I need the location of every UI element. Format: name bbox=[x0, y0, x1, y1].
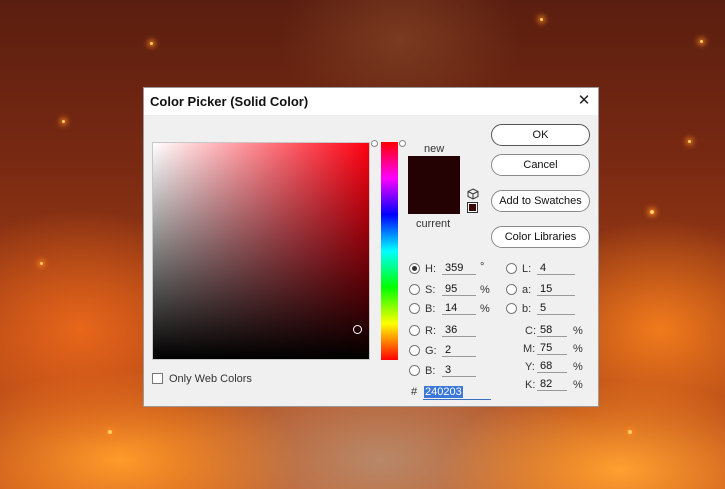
add-to-swatches-button[interactable]: Add to Swatches bbox=[491, 190, 590, 212]
saturation-label: S: bbox=[425, 284, 436, 296]
a-channel-field[interactable]: 15 bbox=[537, 282, 575, 296]
saturation-unit: % bbox=[480, 284, 490, 296]
close-button[interactable]: ✕ bbox=[570, 88, 598, 115]
ember bbox=[62, 120, 65, 123]
blue-radio[interactable] bbox=[409, 365, 420, 376]
magenta-label: M: bbox=[523, 343, 536, 355]
lightness-label: L: bbox=[522, 263, 532, 275]
hue-label: H: bbox=[425, 263, 436, 275]
new-color-swatch bbox=[408, 156, 460, 186]
blue-field[interactable]: 3 bbox=[442, 363, 476, 377]
b-channel-field[interactable]: 5 bbox=[537, 301, 575, 315]
web-swatch-icon[interactable] bbox=[467, 202, 478, 213]
black-field[interactable]: 82 bbox=[537, 377, 567, 391]
red-label: R: bbox=[425, 325, 436, 337]
hue-field[interactable]: 359 bbox=[442, 261, 476, 275]
yellow-field[interactable]: 68 bbox=[537, 359, 567, 373]
yellow-label: Y: bbox=[525, 361, 535, 373]
b-channel-radio[interactable] bbox=[506, 303, 517, 314]
current-color-swatch[interactable] bbox=[408, 186, 460, 214]
hue-slider[interactable] bbox=[381, 142, 398, 360]
hue-unit: ° bbox=[480, 261, 485, 273]
only-web-colors-label[interactable]: Only Web Colors bbox=[169, 373, 252, 385]
hex-label: # bbox=[411, 386, 418, 398]
ember bbox=[40, 262, 43, 265]
lightness-field[interactable]: 4 bbox=[537, 261, 575, 275]
a-channel-label: a: bbox=[522, 284, 532, 296]
ember bbox=[108, 430, 112, 434]
cyan-label: C: bbox=[525, 325, 536, 337]
saturation-field[interactable]: 95 bbox=[442, 282, 476, 296]
hex-input[interactable]: 240203 bbox=[423, 384, 491, 400]
color-libraries-button[interactable]: Color Libraries bbox=[491, 226, 590, 248]
brightness-radio[interactable] bbox=[409, 303, 420, 314]
ok-button[interactable]: OK bbox=[491, 124, 590, 146]
red-radio[interactable] bbox=[409, 325, 420, 336]
ember bbox=[150, 42, 153, 45]
new-color-label: new bbox=[424, 143, 445, 155]
ember bbox=[540, 18, 543, 21]
hue-slider-handle[interactable] bbox=[399, 140, 406, 147]
ember bbox=[688, 140, 691, 143]
lightness-radio[interactable] bbox=[506, 263, 517, 274]
brightness-field[interactable]: 14 bbox=[442, 301, 476, 315]
magenta-field[interactable]: 75 bbox=[537, 341, 567, 355]
current-color-label: current bbox=[416, 218, 451, 230]
green-label: G: bbox=[425, 345, 437, 357]
yellow-unit: % bbox=[573, 361, 583, 373]
color-field-corner-marker bbox=[371, 140, 378, 147]
hue-radio[interactable] bbox=[409, 263, 420, 274]
cancel-button[interactable]: Cancel bbox=[491, 154, 590, 176]
only-web-colors-checkbox[interactable] bbox=[152, 373, 163, 384]
cyan-unit: % bbox=[573, 325, 583, 337]
ember bbox=[650, 210, 654, 214]
color-field[interactable] bbox=[152, 142, 370, 360]
ember bbox=[628, 430, 632, 434]
title-bar: Color Picker (Solid Color) ✕ bbox=[144, 88, 598, 115]
dialog-title: Color Picker (Solid Color) bbox=[150, 94, 309, 109]
a-channel-radio[interactable] bbox=[506, 284, 517, 295]
green-radio[interactable] bbox=[409, 345, 420, 356]
ember bbox=[700, 40, 703, 43]
color-picker-dialog: Color Picker (Solid Color) ✕ new current… bbox=[143, 87, 599, 407]
green-field[interactable]: 2 bbox=[442, 343, 476, 357]
saturation-radio[interactable] bbox=[409, 284, 420, 295]
color-field-picker[interactable] bbox=[353, 325, 362, 334]
blue-label: B: bbox=[425, 365, 436, 377]
cube-icon[interactable] bbox=[467, 188, 479, 200]
black-unit: % bbox=[573, 379, 583, 391]
hex-value: 240203 bbox=[424, 386, 463, 398]
brightness-unit: % bbox=[480, 303, 490, 315]
b-channel-label: b: bbox=[522, 303, 532, 315]
red-field[interactable]: 36 bbox=[442, 323, 476, 337]
cyan-field[interactable]: 58 bbox=[537, 323, 567, 337]
black-label: K: bbox=[525, 379, 536, 391]
magenta-unit: % bbox=[573, 343, 583, 355]
brightness-label: B: bbox=[425, 303, 436, 315]
